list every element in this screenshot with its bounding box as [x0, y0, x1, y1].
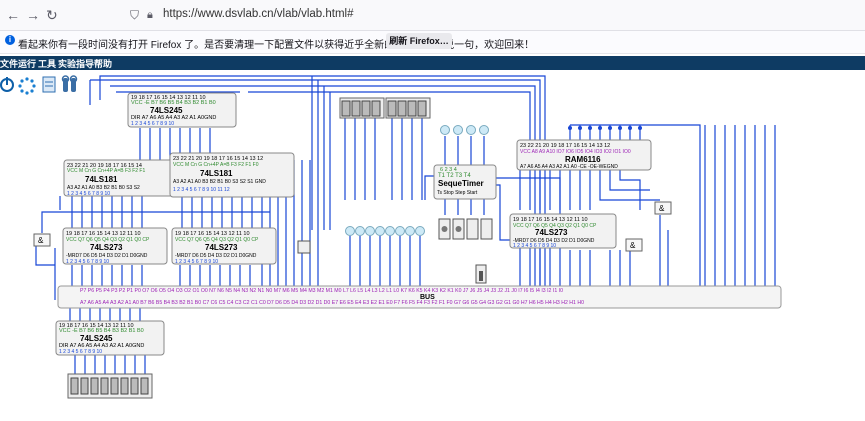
- chip-74ls181-right[interactable]: 23 22 21 20 19 18 17 16 15 14 13 12 VCC …: [169, 152, 295, 198]
- chip-74ls245-bottom[interactable]: 19 18 17 16 15 14 13 12 11 10 VCC -E B7 …: [55, 320, 165, 356]
- spinner-icon[interactable]: [18, 77, 36, 95]
- chip-title: 74LS181: [85, 175, 118, 184]
- pin-names: VCC M Cn G Cn+4P A=B F3 F2 F1 F0: [173, 162, 259, 168]
- chip-74ls273-far[interactable]: 19 18 17 16 15 14 13 12 11 10 VCC Q7 Q6 …: [509, 213, 617, 249]
- led-row-timer: [440, 125, 489, 135]
- chip-title: 74LS273: [90, 243, 123, 252]
- chip-seque-timer[interactable]: 6 2 3 4 T1 T2 T3 T4 SequeTimer Ts Stop S…: [433, 164, 497, 200]
- circuit-canvas[interactable]: 19 18 17 16 15 14 13 12 11 10 VCC -E B7 …: [0, 0, 865, 421]
- chip-74ls181-left[interactable]: 23 22 21 20 19 18 17 16 15 14 VCC M Cn G…: [63, 159, 175, 197]
- chip-ram6116[interactable]: 23 22 21 20 19 18 17 16 15 14 13 12 VCC …: [516, 139, 652, 171]
- pin-numbers: 1 2 3 4 5 6 7 8 9 10: [513, 243, 556, 249]
- and-gate-label: &: [38, 236, 44, 245]
- pin-names: VCC M Cn G Cn+4P A=B F3 F2 F1: [67, 168, 145, 174]
- chip-74ls273-left[interactable]: 19 18 17 16 15 14 13 12 11 10 VCC Q7 Q6 …: [62, 227, 168, 265]
- pin-numbers: 1 2 3 4 5 6 7 8 9 10: [67, 191, 110, 197]
- chip-title: 74LS181: [200, 169, 233, 178]
- and-gate-label: &: [659, 204, 665, 213]
- bus-top-labels: P7 P6 P5 P4 P3 P2 P1 P0 O7 O6 O5 O4 O3 O…: [80, 288, 563, 294]
- pin-names: A3 A2 A1 A0 B3 B2 B1 B0 S3 S2 S1 GND: [173, 179, 266, 185]
- switch-single[interactable]: [297, 240, 487, 284]
- bus-bottom-labels: A7 A6 A5 A4 A3 A2 A1 A0 B7 B6 B5 B4 B3 B…: [80, 300, 584, 306]
- chip-title: 74LS273: [205, 243, 238, 252]
- bus-bar[interactable]: P7 P6 P5 P4 P3 P2 P1 P0 O7 O6 O5 O4 O3 O…: [57, 285, 782, 309]
- chip-title: 74LS245: [80, 334, 113, 343]
- pin-names: A7 A6 A5 A4 A3 A2 A1 A0 -CE -OE-WEGND: [520, 164, 618, 170]
- chip-title: 74LS245: [150, 106, 183, 115]
- pin-numbers: 1 2 3 4 5 6 7 8 9 10: [66, 259, 109, 265]
- pin-numbers: 1 2 3 4 5 6 7 8 9 10: [131, 121, 174, 127]
- document-icon[interactable]: [42, 76, 56, 93]
- switch-bank-bottom[interactable]: [67, 373, 153, 399]
- led-row-bus: [345, 226, 425, 236]
- chip-74ls245-top[interactable]: 19 18 17 16 15 14 13 12 11 10 VCC -E B7 …: [127, 92, 237, 128]
- and-gate-label: &: [630, 241, 636, 250]
- pin-numbers: 1 2 3 4 5 6 7 8 9 10: [59, 349, 102, 355]
- pin-names: Ts Stop Step Start: [437, 190, 478, 196]
- bus-label: BUS: [420, 294, 435, 301]
- switch-bank-top[interactable]: [339, 97, 431, 119]
- chip-title: 74LS273: [535, 228, 568, 237]
- pin-numbers: 1 2 3 4 5 6 7 8 9 10: [175, 259, 218, 265]
- chip-title: RAM6116: [565, 155, 601, 164]
- pin-numbers: 1 2 3 4 5 6 7 8 9 10 11 12: [173, 187, 230, 193]
- led-row-ram: [568, 126, 642, 130]
- chip-74ls273-right[interactable]: 19 18 17 16 15 14 13 12 11 10 VCC Q7 Q6 …: [171, 227, 277, 265]
- chip-title: SequeTimer: [438, 179, 484, 188]
- tools-icon[interactable]: [61, 75, 78, 92]
- timer-buttons[interactable]: [438, 218, 493, 240]
- power-icon[interactable]: [0, 77, 14, 92]
